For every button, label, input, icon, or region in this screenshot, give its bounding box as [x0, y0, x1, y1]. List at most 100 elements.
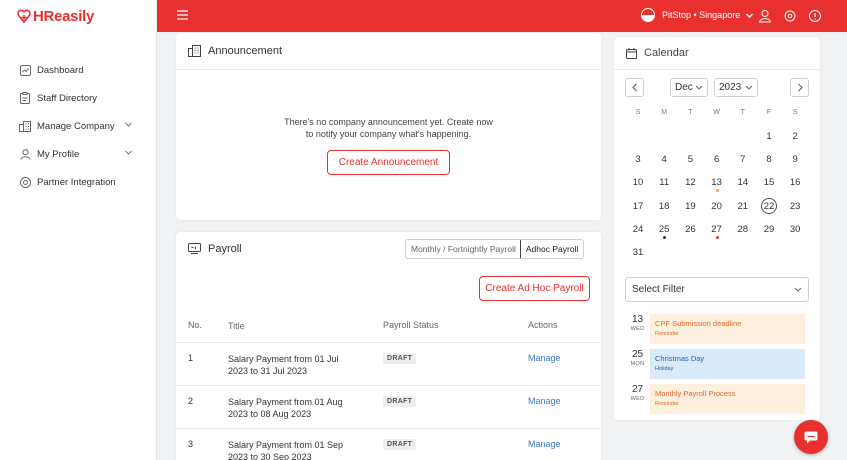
tab-adhoc-payroll[interactable]: Adhoc Payroll — [519, 240, 584, 258]
manage-link[interactable]: Manage — [528, 396, 561, 406]
calendar-day[interactable]: 16 — [782, 177, 808, 188]
chat-button[interactable] — [794, 420, 828, 454]
chevron-right-icon — [797, 83, 803, 92]
calendar-day[interactable]: 17 — [625, 201, 651, 212]
sidebar-item-my-profile[interactable]: My Profile — [0, 140, 157, 168]
calendar-day[interactable]: 13 — [704, 177, 730, 193]
chat-icon — [804, 431, 818, 443]
event-weekday: WED — [630, 326, 645, 332]
calendar-day[interactable]: 27 — [704, 223, 730, 239]
event-filter-select[interactable]: Select Filter — [625, 277, 809, 302]
event-day: 13 — [631, 314, 644, 325]
previous-month-button[interactable] — [625, 78, 644, 97]
year-select[interactable]: 2023 — [714, 78, 758, 97]
calendar-day-number: 13 — [711, 177, 722, 189]
calendar-day[interactable]: 29 — [756, 224, 782, 235]
calendar-day[interactable]: 9 — [782, 154, 808, 165]
column-header-actions: Actions — [528, 320, 558, 330]
event-item[interactable]: 27 WED Monthly Payroll Process Reminder — [625, 384, 805, 414]
payroll-table-header: No. Title Payroll Status Actions — [176, 320, 601, 332]
tab-monthly-payroll[interactable]: Monthly / Fortnightly Payroll — [406, 240, 521, 258]
event-dot — [715, 235, 719, 239]
calendar-day-number: 22 — [763, 200, 775, 212]
calendar-day[interactable]: 19 — [677, 201, 703, 212]
help-icon[interactable] — [808, 9, 822, 23]
announcement-card: Announcement There's no company announce… — [176, 33, 601, 220]
calendar-day-number: 24 — [632, 223, 644, 235]
calendar-day[interactable]: 14 — [730, 177, 756, 188]
event-date: 25 MON — [625, 349, 650, 367]
calendar-day[interactable]: 21 — [730, 201, 756, 212]
building-icon — [19, 120, 31, 132]
calendar-day[interactable]: 23 — [782, 201, 808, 212]
dashboard-icon — [19, 64, 31, 76]
logo-text-h: H — [33, 8, 44, 25]
menu-icon[interactable] — [177, 10, 188, 20]
event-item[interactable]: 25 MON Christmas Day Holiday — [625, 349, 805, 379]
calendar-day[interactable]: 11 — [651, 177, 677, 188]
event-title: CPF Submission deadline — [655, 319, 742, 328]
calendar-day[interactable]: 12 — [677, 177, 703, 188]
chevron-down-icon — [745, 85, 753, 90]
singapore-flag-icon — [641, 8, 655, 22]
event-type: Holiday — [655, 366, 674, 372]
calendar-day[interactable]: 18 — [651, 201, 677, 212]
next-month-button[interactable] — [790, 78, 809, 97]
sidebar-item-manage-company[interactable]: Manage Company — [0, 112, 157, 140]
sidebar-nav: Dashboard Staff Directory Manage Company… — [0, 56, 157, 196]
calendar-day[interactable]: 15 — [756, 177, 782, 188]
calendar-day-number: 8 — [766, 154, 772, 166]
calendar-day-number: 1 — [766, 131, 772, 142]
calendar-day[interactable]: 26 — [677, 224, 703, 235]
create-adhoc-payroll-button[interactable]: Create Ad Hoc Payroll — [479, 276, 590, 301]
calendar-day[interactable]: 24 — [625, 224, 651, 235]
calendar-day-number: 19 — [685, 200, 696, 212]
manage-link[interactable]: Manage — [528, 439, 561, 449]
calendar-day-number: 6 — [713, 154, 720, 166]
weekday-label: W — [713, 109, 720, 116]
sidebar-item-dashboard[interactable]: Dashboard — [0, 56, 157, 84]
chevron-down-icon — [125, 150, 132, 155]
sidebar: HReasily Dashboard Staff Directory Manag… — [0, 0, 157, 460]
month-select[interactable]: Dec — [670, 78, 708, 97]
calendar-day[interactable]: 6 — [704, 154, 730, 165]
settings-icon[interactable] — [783, 9, 797, 23]
logo-text-rest: Reasily — [43, 8, 95, 25]
calendar-day[interactable]: 8 — [756, 154, 782, 165]
calendar-day-number: 27 — [711, 223, 722, 235]
sidebar-item-label: Manage Company — [37, 120, 115, 132]
create-announcement-button[interactable]: Create Announcement — [327, 150, 450, 175]
calendar-day-number: 15 — [763, 177, 775, 189]
calendar-day[interactable]: 10 — [625, 177, 651, 188]
column-header-title: Title — [228, 321, 245, 331]
status-badge: DRAFT — [383, 396, 417, 407]
calendar-day[interactable]: 3 — [625, 154, 651, 165]
calendar-day[interactable]: 5 — [677, 154, 703, 165]
calendar-day[interactable]: 31 — [625, 247, 651, 258]
sidebar-item-partner-integration[interactable]: Partner Integration — [0, 168, 157, 196]
payroll-type-toggle: Monthly / Fortnightly Payroll Adhoc Payr… — [405, 239, 585, 259]
manage-link[interactable]: Manage — [528, 353, 561, 363]
building-icon — [188, 45, 201, 57]
calendar-day-number: 12 — [685, 177, 696, 189]
event-title: Christmas Day — [655, 354, 705, 363]
calendar-day[interactable]: 2 — [782, 131, 808, 142]
calendar-day[interactable]: 25 — [651, 224, 677, 239]
event-box: CPF Submission deadline Reminder — [650, 314, 805, 344]
profile-icon[interactable] — [758, 9, 772, 23]
calendar-day[interactable]: 20 — [704, 201, 730, 212]
company-switcher[interactable]: PitStop • Singapore — [641, 8, 754, 22]
calendar-day[interactable]: 28 — [730, 224, 756, 235]
calendar-day[interactable]: 4 — [651, 154, 677, 165]
sidebar-item-staff-directory[interactable]: Staff Directory — [0, 84, 157, 112]
event-item[interactable]: 13 WED CPF Submission deadline Reminder — [625, 314, 805, 344]
top-bar: PitStop • Singapore — [157, 0, 847, 32]
calendar-day-number: 10 — [632, 177, 644, 189]
chevron-left-icon — [631, 83, 637, 92]
calendar-day[interactable]: 1 — [756, 131, 782, 142]
calendar-day-today[interactable]: 22 — [756, 197, 782, 214]
brand-logo[interactable]: HReasily — [17, 8, 94, 25]
event-weekday: MON — [630, 361, 645, 367]
calendar-day[interactable]: 7 — [730, 154, 756, 165]
calendar-day[interactable]: 30 — [782, 224, 808, 235]
